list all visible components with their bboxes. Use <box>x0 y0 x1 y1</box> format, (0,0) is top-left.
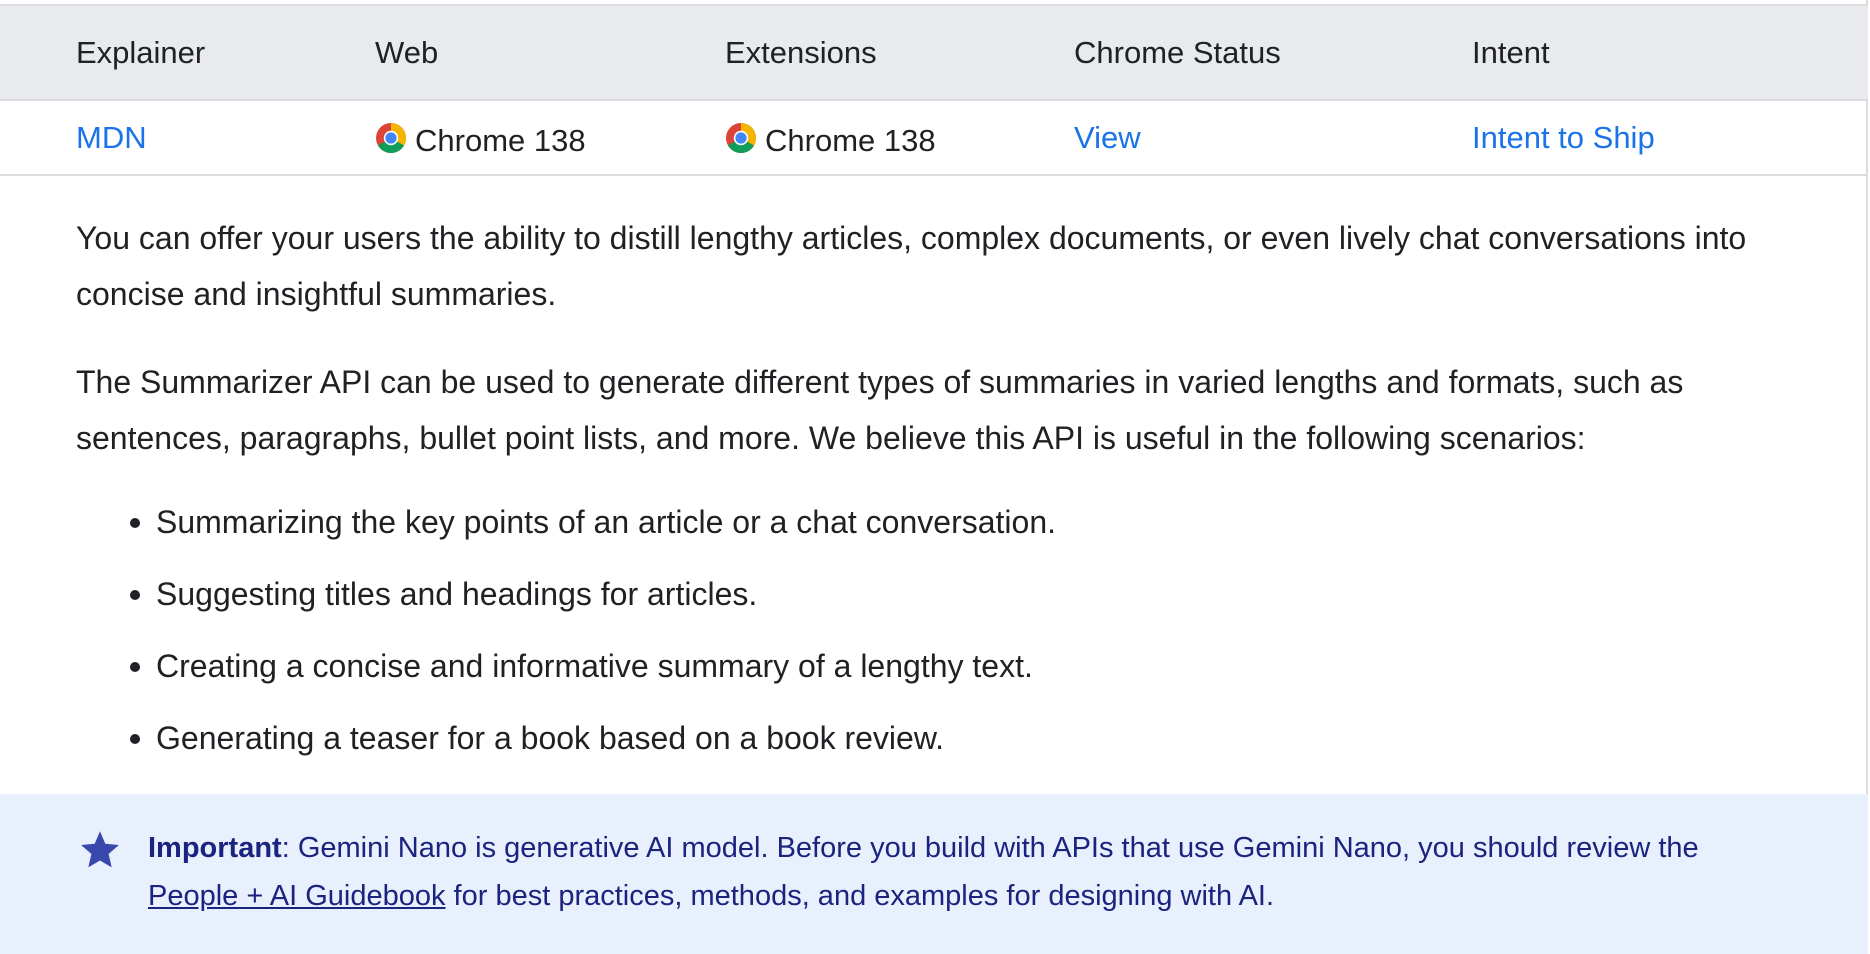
chrome-icon <box>726 122 757 153</box>
people-ai-guidebook-link[interactable]: People + AI Guidebook <box>148 880 445 912</box>
cell-chrome-status: View <box>1074 101 1141 174</box>
intent-to-ship-link[interactable]: Intent to Ship <box>1472 120 1655 156</box>
extensions-version-label: Chrome 138 <box>765 122 936 158</box>
list-item: Generating a teaser for a book based on … <box>76 716 1056 788</box>
cell-extensions: Chrome 138 <box>725 101 936 174</box>
scenarios-list: Summarizing the key points of an article… <box>76 500 1056 788</box>
cell-explainer: MDN <box>76 101 147 174</box>
bullet-icon <box>130 518 140 528</box>
chrome-status-view-link[interactable]: View <box>1074 120 1141 156</box>
star-icon <box>81 831 119 868</box>
header-web: Web <box>375 34 439 70</box>
list-item-text: Suggesting titles and headings for artic… <box>156 576 758 612</box>
article-content: Explainer Web Extensions Chrome Status I… <box>0 0 1868 954</box>
intro-paragraph: You can offer your users the ability to … <box>76 220 1747 312</box>
web-support-badge: Chrome 138 <box>375 117 586 159</box>
mdn-link[interactable]: MDN <box>76 120 147 156</box>
list-item: Suggesting titles and headings for artic… <box>76 572 1056 644</box>
header-intent: Intent <box>1472 34 1550 70</box>
table-header-row: Explainer Web Extensions Chrome Status I… <box>0 4 1868 101</box>
header-chrome-status: Chrome Status <box>1074 34 1281 70</box>
table-row: MDN Chrome 138 Chrome 138 View Intent to… <box>0 101 1868 176</box>
list-item-text: Creating a concise and informative summa… <box>156 648 1033 684</box>
list-item-text: Summarizing the key points of an article… <box>156 504 1056 540</box>
callout-text-after: for best practices, methods, and example… <box>445 880 1275 912</box>
bullet-icon <box>130 662 140 672</box>
list-item: Summarizing the key points of an article… <box>76 500 1056 572</box>
callout-text-before: : Gemini Nano is generative AI model. Be… <box>281 832 1699 864</box>
header-explainer: Explainer <box>76 34 206 70</box>
callout-text: Important: Gemini Nano is generative AI … <box>148 824 1788 920</box>
scenarios-paragraph: The Summarizer API can be used to genera… <box>76 364 1684 456</box>
list-item-text: Generating a teaser for a book based on … <box>156 720 945 756</box>
chrome-icon <box>376 122 407 153</box>
callout-label: Important <box>148 832 282 864</box>
browser-support-table: Explainer Web Extensions Chrome Status I… <box>0 4 1868 176</box>
bullet-icon <box>130 734 140 744</box>
important-callout: Important: Gemini Nano is generative AI … <box>0 794 1868 954</box>
web-version-label: Chrome 138 <box>415 122 586 158</box>
page: Explainer Web Extensions Chrome Status I… <box>0 0 1870 954</box>
cell-web: Chrome 138 <box>375 101 586 174</box>
cell-intent: Intent to Ship <box>1472 101 1655 174</box>
header-extensions: Extensions <box>725 34 877 70</box>
extensions-support-badge: Chrome 138 <box>725 117 936 159</box>
list-item: Creating a concise and informative summa… <box>76 644 1056 716</box>
bullet-icon <box>130 590 140 600</box>
